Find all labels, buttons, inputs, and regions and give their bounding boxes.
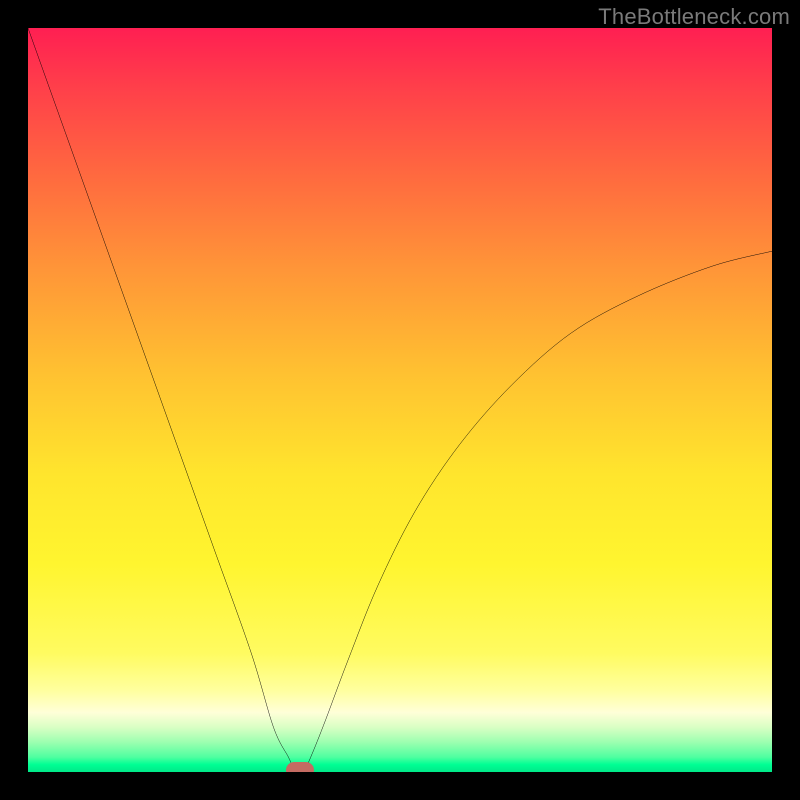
watermark-text: TheBottleneck.com bbox=[598, 4, 790, 30]
chart-frame: TheBottleneck.com bbox=[0, 0, 800, 800]
curve-path bbox=[28, 28, 772, 772]
bottleneck-curve bbox=[28, 28, 772, 772]
plot-area bbox=[28, 28, 772, 772]
optimum-marker bbox=[286, 762, 314, 772]
